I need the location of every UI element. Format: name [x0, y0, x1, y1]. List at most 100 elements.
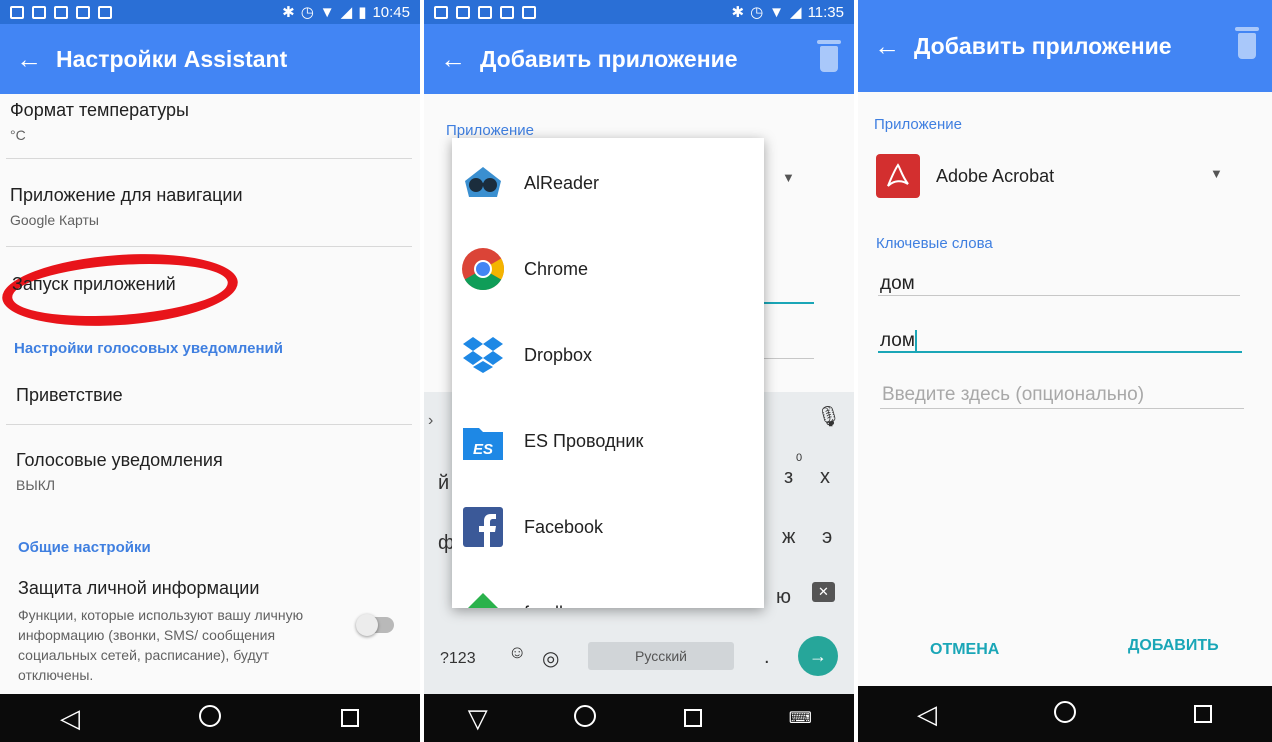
nav-bar: ◁: [0, 694, 420, 742]
setting-value: Google Карты: [10, 212, 99, 228]
cancel-button[interactable]: ОТМЕНА: [930, 641, 999, 659]
panel-add-app-picker: ✱ ◷ ▼ ◢ 11:35 ← Добавить приложение Прил…: [424, 0, 854, 742]
back-arrow-icon[interactable]: ←: [16, 44, 56, 75]
key-symbols[interactable]: ?123: [440, 650, 476, 668]
adobe-acrobat-icon: [876, 154, 920, 198]
notification-icons: [434, 5, 536, 19]
key-letter[interactable]: ю: [776, 586, 791, 609]
app-option-dropbox[interactable]: Dropbox: [452, 312, 764, 398]
home-circle-icon[interactable]: [1048, 699, 1082, 730]
app-label: ES Проводник: [524, 430, 644, 451]
section-general: Общие настройки: [18, 539, 151, 556]
status-time: 10:45: [372, 3, 410, 21]
app-label: Dropbox: [524, 344, 593, 365]
app-option-alreader[interactable]: AlReader: [452, 140, 764, 226]
keyboard-icon[interactable]: ⌨: [783, 708, 817, 728]
recents-square-icon[interactable]: [333, 703, 367, 734]
signal-icon: ◢: [340, 4, 353, 21]
app-bar: ← Добавить приложение: [424, 24, 854, 94]
panel-add-app-form: ← Добавить приложение Приложение Adobe A…: [858, 0, 1272, 742]
app-option-es-explorer[interactable]: ES ES Проводник: [452, 398, 764, 484]
recents-square-icon[interactable]: [676, 703, 710, 734]
app-bar: ← Добавить приложение: [858, 0, 1272, 92]
wifi-icon: ▼: [769, 3, 785, 21]
field-label-app: Приложение: [446, 122, 534, 139]
panel-assistant-settings: ✱ ◷ ▼ ◢ ▮ 10:45 ← Настройки Assistant Фо…: [0, 0, 420, 742]
facebook-icon: [460, 504, 506, 550]
app-label: AlReader: [524, 172, 600, 193]
home-circle-icon[interactable]: [568, 703, 602, 734]
bluetooth-icon: ✱: [282, 4, 295, 21]
key-letter[interactable]: ж: [782, 526, 795, 549]
status-time: 11:35: [807, 3, 844, 21]
trash-icon[interactable]: [817, 40, 841, 72]
input-underline: [764, 358, 814, 359]
status-bar: ✱ ◷ ▼ ◢ 11:35: [424, 0, 854, 24]
chrome-icon: [460, 246, 506, 292]
keyword-input-1[interactable]: дом: [880, 273, 915, 295]
back-triangle-icon[interactable]: ◁: [910, 699, 944, 730]
setting-voice-notifications[interactable]: Голосовые уведомления ВЫКЛ: [16, 450, 410, 493]
back-arrow-icon[interactable]: ←: [440, 44, 480, 75]
setting-title: Приложение для навигации: [10, 185, 243, 205]
es-explorer-icon: ES: [460, 418, 506, 464]
battery-icon: ▮: [358, 4, 367, 21]
notification-icons: [10, 5, 112, 19]
microphone-icon[interactable]: 🎙: [816, 404, 841, 429]
app-option-feedly[interactable]: feedly: [452, 570, 764, 608]
app-option-facebook[interactable]: Facebook: [452, 484, 764, 570]
setting-title: Формат температуры: [10, 100, 189, 120]
input-underline: [880, 408, 1244, 409]
feedly-icon: [460, 590, 506, 608]
setting-title: Запуск приложений: [12, 274, 176, 294]
emoji-key[interactable]: ☺: [508, 642, 526, 663]
keyword-input-3-placeholder[interactable]: Введите здесь (опционально): [882, 384, 1144, 406]
alarm-icon: ◷: [300, 4, 314, 21]
expand-chevron-icon[interactable]: ›: [428, 412, 433, 430]
field-label-keywords: Ключевые слова: [876, 235, 993, 252]
page-title: Настройки Assistant: [56, 45, 288, 72]
home-circle-icon[interactable]: [193, 703, 227, 734]
trash-icon[interactable]: [1235, 27, 1259, 59]
section-voice-notifications: Настройки голосовых уведомлений: [14, 340, 283, 357]
spacebar[interactable]: Русский: [588, 642, 734, 670]
back-arrow-icon[interactable]: ←: [874, 31, 914, 62]
divider: [6, 424, 412, 425]
setting-launch-apps[interactable]: Запуск приложений: [12, 274, 410, 295]
recents-square-icon[interactable]: [1186, 699, 1220, 730]
app-label: Facebook: [524, 516, 604, 537]
app-option-chrome[interactable]: Chrome: [452, 226, 764, 312]
dropdown-arrow-icon[interactable]: ▼: [1210, 166, 1223, 181]
svg-text:ES: ES: [473, 441, 493, 458]
setting-title: Голосовые уведомления: [16, 450, 223, 470]
alarm-icon: ◷: [750, 4, 764, 21]
input-underline: [878, 295, 1240, 296]
setting-privacy[interactable]: Защита личной информации Функции, которы…: [18, 578, 340, 685]
app-select-value[interactable]: Adobe Acrobat: [936, 166, 1054, 187]
key-letter[interactable]: з: [784, 466, 793, 489]
keyword-input-2-value: лом: [880, 330, 915, 352]
nav-bar: ▽ ⌨: [424, 694, 854, 742]
keyword-input-2[interactable]: лом: [880, 330, 917, 352]
backspace-icon[interactable]: ✕: [812, 582, 835, 602]
key-letter[interactable]: й: [438, 472, 449, 495]
dropdown-arrow-icon[interactable]: ▼: [782, 170, 795, 185]
setting-value: ВЫКЛ: [16, 477, 56, 493]
add-button[interactable]: ДОБАВИТЬ: [1128, 637, 1219, 655]
back-down-icon[interactable]: ▽: [461, 703, 495, 734]
divider: [6, 246, 412, 247]
privacy-toggle[interactable]: [356, 614, 394, 636]
key-letter[interactable]: э: [822, 526, 832, 549]
page-title: Добавить приложение: [480, 45, 738, 72]
setting-temperature-format[interactable]: Формат температуры °C: [10, 100, 410, 143]
globe-icon[interactable]: ◎: [542, 646, 559, 671]
setting-description: Функции, которые используют вашу личную …: [18, 607, 304, 683]
setting-greeting[interactable]: Приветствие: [16, 385, 410, 406]
back-triangle-icon[interactable]: ◁: [53, 703, 87, 734]
key-hint: 0: [796, 452, 803, 464]
signal-icon: ◢: [790, 4, 802, 21]
key-letter[interactable]: х: [820, 466, 830, 489]
enter-arrow-icon[interactable]: →: [798, 636, 838, 676]
key-period[interactable]: .: [764, 646, 770, 669]
setting-navigation-app[interactable]: Приложение для навигации Google Карты: [10, 185, 410, 228]
